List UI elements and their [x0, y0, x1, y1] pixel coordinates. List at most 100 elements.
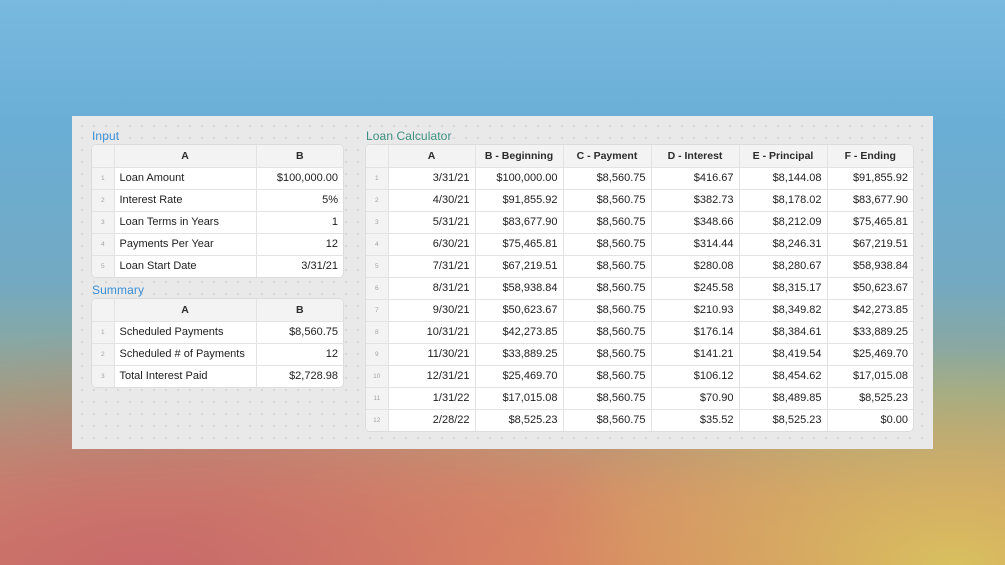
table-cell[interactable]: $25,469.70 — [827, 343, 913, 366]
label-cell[interactable]: Payments Per Year — [114, 233, 257, 256]
table-cell[interactable]: $280.08 — [651, 255, 740, 278]
table-cell[interactable]: 4/30/21 — [388, 189, 476, 212]
column-header[interactable]: E - Principal — [739, 145, 828, 168]
row-number[interactable]: 7 — [366, 299, 389, 322]
table-cell[interactable]: $8,560.75 — [563, 387, 652, 410]
table-cell[interactable]: $17,015.08 — [827, 365, 913, 388]
label-cell[interactable]: Interest Rate — [114, 189, 257, 212]
table-cell[interactable]: $8,419.54 — [739, 343, 828, 366]
row-number[interactable]: 4 — [92, 233, 115, 256]
table-cell[interactable]: $245.58 — [651, 277, 740, 300]
table-cell[interactable]: $8,560.75 — [563, 321, 652, 344]
table-cell[interactable]: 12/31/21 — [388, 365, 476, 388]
table-cell[interactable]: $83,677.90 — [827, 189, 913, 212]
table-cell[interactable]: 8/31/21 — [388, 277, 476, 300]
value-cell[interactable]: 1 — [256, 211, 343, 234]
table-cell[interactable]: $17,015.08 — [475, 387, 564, 410]
label-cell[interactable]: Loan Start Date — [114, 255, 257, 277]
table-cell[interactable]: $8,349.82 — [739, 299, 828, 322]
column-header[interactable]: B - Beginning — [475, 145, 564, 168]
row-number[interactable]: 10 — [366, 365, 389, 388]
label-cell[interactable]: Scheduled # of Payments — [114, 343, 257, 366]
table-cell[interactable]: $8,212.09 — [739, 211, 828, 234]
table-cell[interactable]: $67,219.51 — [475, 255, 564, 278]
table-cell[interactable]: $33,889.25 — [475, 343, 564, 366]
column-header[interactable]: A — [388, 145, 476, 168]
corner-cell[interactable] — [92, 145, 115, 168]
table-cell[interactable]: $8,560.75 — [563, 167, 652, 190]
table-cell[interactable]: 1/31/22 — [388, 387, 476, 410]
table-cell[interactable]: $8,384.61 — [739, 321, 828, 344]
table-cell[interactable]: $8,525.23 — [739, 409, 828, 431]
table-cell[interactable]: $33,889.25 — [827, 321, 913, 344]
table-cell[interactable]: $176.14 — [651, 321, 740, 344]
table-cell[interactable]: $8,489.85 — [739, 387, 828, 410]
table-cell[interactable]: $100,000.00 — [475, 167, 564, 190]
table-cell[interactable]: 11/30/21 — [388, 343, 476, 366]
row-number[interactable]: 1 — [92, 321, 115, 344]
value-cell[interactable]: 5% — [256, 189, 343, 212]
table-cell[interactable]: $25,469.70 — [475, 365, 564, 388]
column-header-b[interactable]: B — [256, 299, 343, 322]
label-cell[interactable]: Loan Terms in Years — [114, 211, 257, 234]
value-cell[interactable]: 3/31/21 — [256, 255, 343, 277]
table-cell[interactable]: $8,560.75 — [563, 211, 652, 234]
table-cell[interactable]: 3/31/21 — [388, 167, 476, 190]
table-cell[interactable]: 2/28/22 — [388, 409, 476, 431]
table-cell[interactable]: $210.93 — [651, 299, 740, 322]
table-cell[interactable]: $8,560.75 — [563, 409, 652, 431]
table-cell[interactable]: $8,315.17 — [739, 277, 828, 300]
table-cell[interactable]: $348.66 — [651, 211, 740, 234]
column-header[interactable]: D - Interest — [651, 145, 740, 168]
table-cell[interactable]: $75,465.81 — [827, 211, 913, 234]
table-cell[interactable]: $58,938.84 — [475, 277, 564, 300]
row-number[interactable]: 2 — [92, 189, 115, 212]
value-cell[interactable]: $8,560.75 — [256, 321, 343, 344]
table-cell[interactable]: $35.52 — [651, 409, 740, 431]
table-cell[interactable]: 7/31/21 — [388, 255, 476, 278]
table-cell[interactable]: $8,246.31 — [739, 233, 828, 256]
table-cell[interactable]: $0.00 — [827, 409, 913, 431]
table-cell[interactable]: 5/31/21 — [388, 211, 476, 234]
row-number[interactable]: 1 — [92, 167, 115, 190]
row-number[interactable]: 3 — [92, 365, 115, 387]
row-number[interactable]: 2 — [92, 343, 115, 366]
row-number[interactable]: 5 — [92, 255, 115, 277]
table-cell[interactable]: $8,525.23 — [475, 409, 564, 431]
table-cell[interactable]: $91,855.92 — [827, 167, 913, 190]
column-header-a[interactable]: A — [114, 299, 257, 322]
column-header[interactable]: F - Ending — [827, 145, 913, 168]
table-cell[interactable]: $75,465.81 — [475, 233, 564, 256]
table-cell[interactable]: $382.73 — [651, 189, 740, 212]
column-header[interactable]: C - Payment — [563, 145, 652, 168]
table-cell[interactable]: $8,560.75 — [563, 255, 652, 278]
table-cell[interactable]: $50,623.67 — [827, 277, 913, 300]
row-number[interactable]: 3 — [92, 211, 115, 234]
corner-cell[interactable] — [92, 299, 115, 322]
table-cell[interactable]: $83,677.90 — [475, 211, 564, 234]
table-cell[interactable]: $106.12 — [651, 365, 740, 388]
table-cell[interactable]: $8,280.67 — [739, 255, 828, 278]
table-cell[interactable]: 6/30/21 — [388, 233, 476, 256]
value-cell[interactable]: $2,728.98 — [256, 365, 343, 387]
table-cell[interactable]: $416.67 — [651, 167, 740, 190]
row-number[interactable]: 4 — [366, 233, 389, 256]
row-number[interactable]: 5 — [366, 255, 389, 278]
row-number[interactable]: 6 — [366, 277, 389, 300]
row-number[interactable]: 11 — [366, 387, 389, 410]
label-cell[interactable]: Scheduled Payments — [114, 321, 257, 344]
table-cell[interactable]: $8,454.62 — [739, 365, 828, 388]
row-number[interactable]: 9 — [366, 343, 389, 366]
label-cell[interactable]: Total Interest Paid — [114, 365, 257, 387]
value-cell[interactable]: $100,000.00 — [256, 167, 343, 190]
corner-cell[interactable] — [366, 145, 389, 168]
value-cell[interactable]: 12 — [256, 233, 343, 256]
row-number[interactable]: 8 — [366, 321, 389, 344]
row-number[interactable]: 12 — [366, 409, 389, 431]
table-cell[interactable]: $141.21 — [651, 343, 740, 366]
table-cell[interactable]: $42,273.85 — [827, 299, 913, 322]
label-cell[interactable]: Loan Amount — [114, 167, 257, 190]
table-cell[interactable]: $8,560.75 — [563, 343, 652, 366]
table-cell[interactable]: $8,560.75 — [563, 299, 652, 322]
table-cell[interactable]: $67,219.51 — [827, 233, 913, 256]
